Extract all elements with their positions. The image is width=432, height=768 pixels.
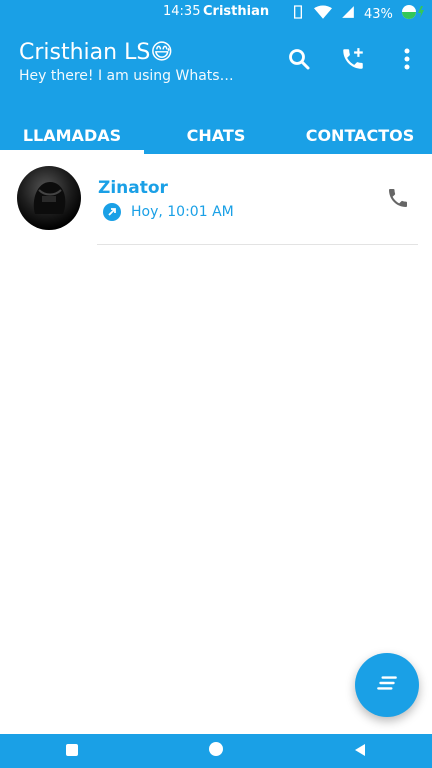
app-actions bbox=[284, 46, 422, 76]
system-nav-bar bbox=[0, 734, 432, 768]
more-vert-icon bbox=[403, 48, 411, 74]
outgoing-call-icon bbox=[103, 203, 121, 221]
tab-contactos[interactable]: CONTACTOS bbox=[288, 112, 432, 154]
search-icon bbox=[287, 47, 311, 75]
chat-lines-icon bbox=[374, 670, 400, 700]
new-call-fab[interactable] bbox=[355, 653, 419, 717]
calls-list: Zinator Hoy, 10:01 AM bbox=[0, 154, 432, 246]
avatar[interactable] bbox=[17, 166, 81, 230]
app-bar: Cristhian LS😅 Hey there! I am using What… bbox=[0, 24, 432, 154]
list-item[interactable]: Zinator Hoy, 10:01 AM bbox=[0, 154, 432, 246]
add-call-button[interactable] bbox=[338, 46, 368, 76]
status-bar: 14:35 Cristhian 43% bbox=[0, 0, 432, 24]
profile-title[interactable]: Cristhian LS😅 bbox=[19, 40, 173, 65]
call-button[interactable] bbox=[386, 186, 410, 214]
tab-chats[interactable]: CHATS bbox=[144, 112, 288, 154]
contact-name: Zinator bbox=[98, 178, 168, 198]
call-time: Hoy, 10:01 AM bbox=[131, 204, 234, 220]
add-call-icon bbox=[340, 46, 366, 76]
rotate-icon bbox=[290, 4, 306, 24]
profile-status[interactable]: Hey there! I am using Whats… bbox=[19, 68, 234, 84]
recents-button[interactable] bbox=[52, 734, 92, 768]
status-time: 14:35 bbox=[163, 4, 201, 19]
home-button[interactable] bbox=[196, 734, 236, 768]
tab-llamadas[interactable]: LLAMADAS bbox=[0, 112, 144, 154]
signal-icon bbox=[340, 5, 356, 23]
circle-icon bbox=[208, 741, 224, 761]
tab-bar: LLAMADAS CHATS CONTACTOS bbox=[0, 112, 432, 154]
phone-icon bbox=[386, 189, 410, 214]
battery-percent: 43% bbox=[364, 6, 393, 22]
more-options-button[interactable] bbox=[392, 46, 422, 76]
status-icons: 43% bbox=[290, 4, 425, 24]
wifi-icon bbox=[314, 5, 332, 23]
back-button[interactable] bbox=[340, 734, 380, 768]
search-button[interactable] bbox=[284, 46, 314, 76]
divider bbox=[97, 244, 418, 245]
battery-icon bbox=[401, 4, 425, 24]
status-carrier: Cristhian bbox=[203, 4, 270, 19]
call-meta: Hoy, 10:01 AM bbox=[103, 203, 234, 221]
back-triangle-icon bbox=[353, 742, 367, 761]
square-icon bbox=[65, 742, 79, 761]
